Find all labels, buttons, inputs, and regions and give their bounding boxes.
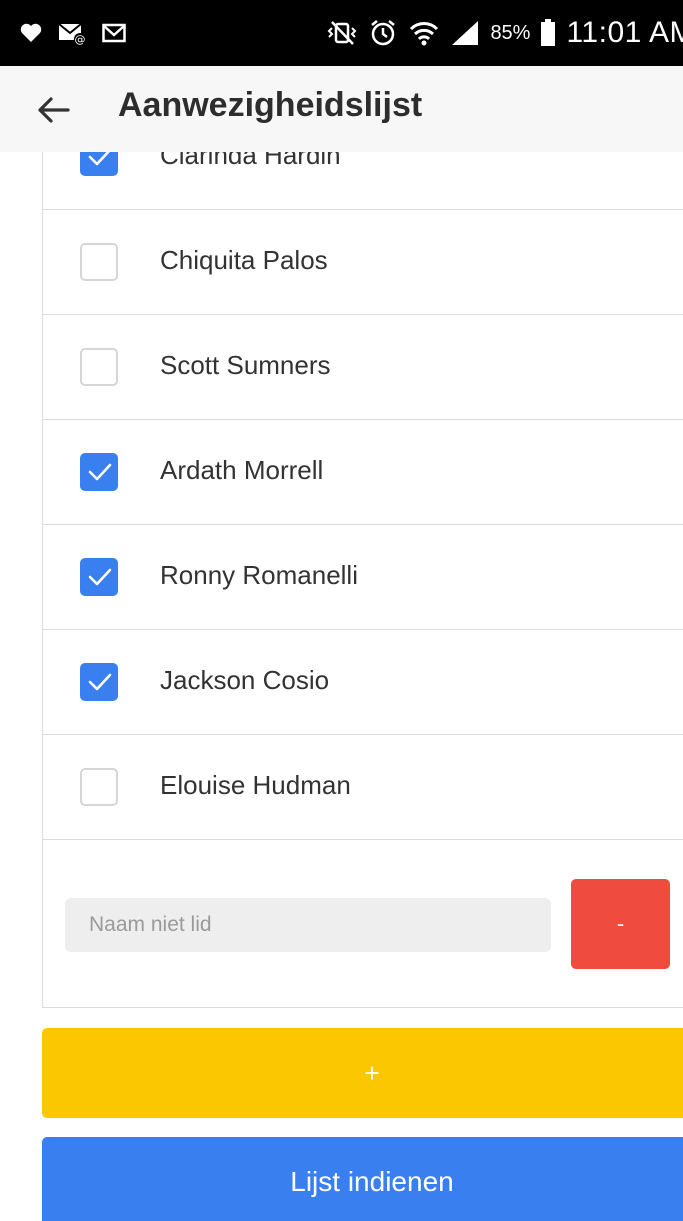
app-bar: Aanwezigheidslijst xyxy=(0,66,683,152)
attendee-name: Scott Sumners xyxy=(160,350,331,380)
attendee-row[interactable]: Ardath Morrell xyxy=(43,420,683,525)
checkmark-icon xyxy=(88,568,112,586)
submit-list-button[interactable]: Lijst indienen xyxy=(42,1137,683,1221)
svg-text:@: @ xyxy=(75,33,86,45)
gmail-icon xyxy=(102,23,126,43)
attendee-name: Clarinda Hardin xyxy=(160,152,341,170)
battery-percentage: 85% xyxy=(490,21,531,44)
add-non-member-button[interactable]: + xyxy=(42,1028,683,1118)
attendance-checkbox[interactable] xyxy=(80,768,118,806)
status-left-icons: @ xyxy=(20,0,126,66)
status-right-icons: 85% 11:01 AM xyxy=(326,0,683,66)
back-button[interactable] xyxy=(34,90,74,130)
wifi-icon xyxy=(408,19,440,47)
alarm-icon xyxy=(368,18,398,48)
attendance-checkbox[interactable] xyxy=(80,152,118,176)
missed-email-icon: @ xyxy=(58,21,86,45)
non-member-row: - xyxy=(43,840,683,1010)
attendee-name: Ardath Morrell xyxy=(160,455,324,485)
checkmark-icon xyxy=(88,673,112,691)
attendee-name: Jackson Cosio xyxy=(160,665,330,695)
attendee-row[interactable]: Elouise Hudman xyxy=(43,735,683,840)
attendance-checkbox[interactable] xyxy=(80,348,118,386)
checkmark-icon xyxy=(88,463,112,481)
page-title: Aanwezigheidslijst xyxy=(118,86,423,124)
checkmark-icon xyxy=(88,152,110,166)
attendee-row[interactable]: Jackson Cosio xyxy=(43,630,683,735)
attendance-checkbox[interactable] xyxy=(80,663,118,701)
remove-non-member-button[interactable]: - xyxy=(571,879,670,969)
vibrate-mute-icon xyxy=(326,20,358,46)
attendee-name: Chiquita Palos xyxy=(160,245,328,275)
attendee-row[interactable]: Ronny Romanelli xyxy=(43,525,683,630)
attendee-name: Ronny Romanelli xyxy=(160,560,358,590)
attendee-row[interactable]: Scott Sumners xyxy=(43,315,683,420)
attendance-card: Clarinda Hardin Chiquita Palos Scott Sumne… xyxy=(42,152,683,1008)
heart-icon xyxy=(20,23,42,43)
status-bar: @ 85% 11:01 AM xyxy=(0,0,683,66)
attendee-row[interactable]: Clarinda Hardin xyxy=(43,152,683,210)
attendance-checkbox[interactable] xyxy=(80,558,118,596)
attendee-list: Clarinda Hardin Chiquita Palos Scott Sumne… xyxy=(43,152,683,840)
non-member-name-input[interactable] xyxy=(65,898,551,952)
signal-icon xyxy=(450,19,480,47)
attendance-checkbox[interactable] xyxy=(80,243,118,281)
status-time: 11:01 AM xyxy=(566,16,683,49)
battery-icon xyxy=(540,19,556,47)
attendance-checkbox[interactable] xyxy=(80,453,118,491)
arrow-back-icon xyxy=(38,97,70,123)
attendee-name: Elouise Hudman xyxy=(160,770,351,800)
attendance-content[interactable]: Clarinda Hardin Chiquita Palos Scott Sumne… xyxy=(0,152,683,1221)
attendee-row[interactable]: Chiquita Palos xyxy=(43,210,683,315)
